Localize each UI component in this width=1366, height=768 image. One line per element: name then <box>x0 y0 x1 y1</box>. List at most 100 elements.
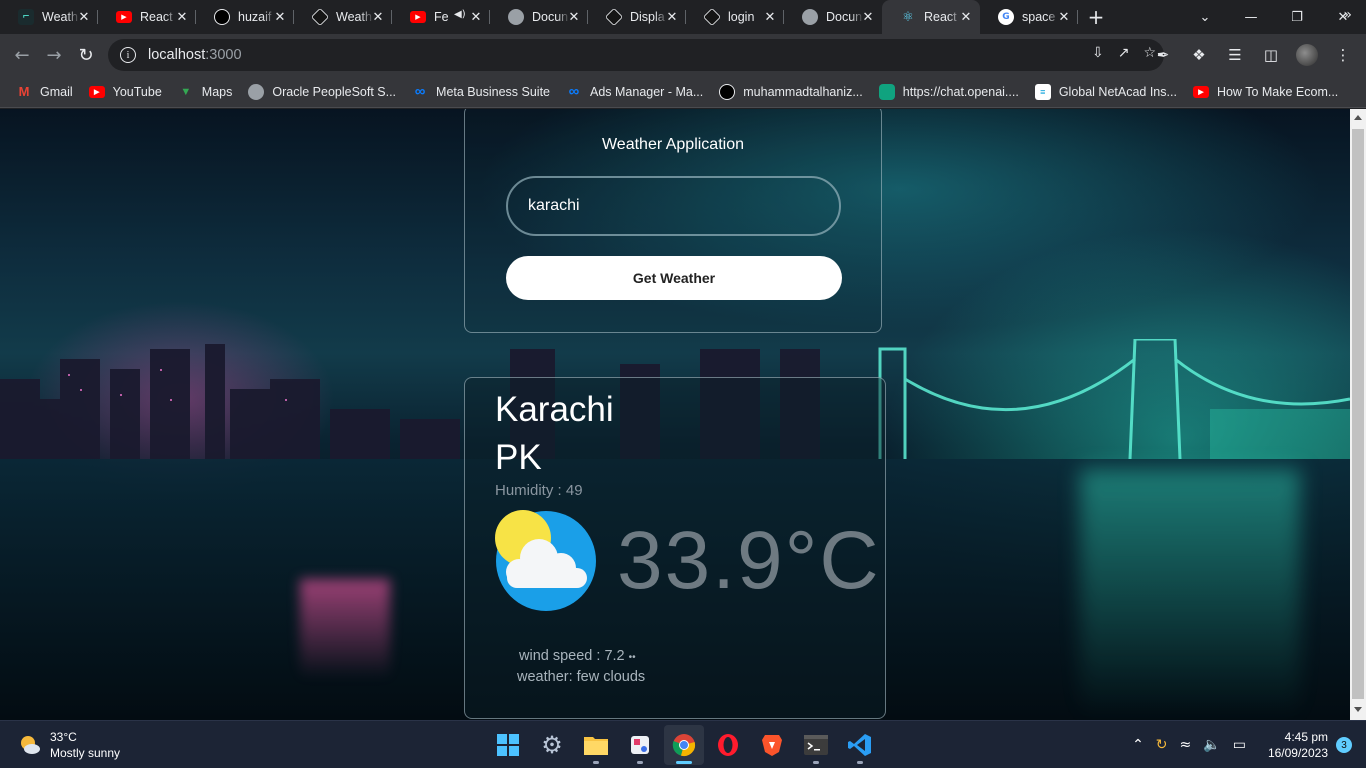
address-url[interactable]: localhost:3000 <box>148 47 242 63</box>
start-button[interactable] <box>488 725 528 765</box>
wifi-icon[interactable]: ≈ <box>1180 737 1192 753</box>
bookmark-item[interactable]: M Gmail <box>10 79 79 105</box>
bookmark-item[interactable]: https://chat.openai.... <box>873 79 1025 105</box>
app-icon: ⌐ <box>18 9 34 25</box>
browser-tab[interactable]: ▶ Fe ◀) ✕ <box>392 0 490 34</box>
system-clock[interactable]: 4:45 pm 16/09/2023 <box>1268 729 1328 761</box>
volume-icon[interactable]: 🔈 <box>1203 737 1220 753</box>
profile-avatar[interactable] <box>1292 39 1322 71</box>
file-explorer-app[interactable] <box>576 725 616 765</box>
close-tab-icon[interactable]: ✕ <box>174 9 190 25</box>
close-tab-icon[interactable]: ✕ <box>76 9 92 25</box>
tab-title: login <box>728 10 755 24</box>
close-tab-icon[interactable]: ✕ <box>1056 9 1072 25</box>
bookmark-item[interactable]: ∞ Meta Business Suite <box>406 79 556 105</box>
windows-logo-icon <box>497 734 519 756</box>
restore-button[interactable]: ❐ <box>1274 0 1320 34</box>
scroll-up-arrow[interactable] <box>1354 115 1362 120</box>
browser-tab[interactable]: Weath ✕ <box>294 0 392 34</box>
browser-tab[interactable]: Displa ✕ <box>588 0 686 34</box>
media-control-icon[interactable]: ☰ <box>1220 39 1250 71</box>
city-search-input[interactable] <box>506 176 841 236</box>
sync-update-icon[interactable]: ↻ <box>1156 737 1168 753</box>
tab-title: Fe <box>434 10 449 24</box>
bookmark-label: YouTube <box>112 84 162 99</box>
browser-tab[interactable]: ▶ React ✕ <box>98 0 196 34</box>
chrome-app[interactable] <box>664 725 704 765</box>
page-scrollbar[interactable] <box>1350 109 1366 720</box>
brave-lion-icon <box>762 735 782 756</box>
tab-title: Docun <box>532 10 569 24</box>
bookmark-label: How To Make Ecom... <box>1216 84 1339 99</box>
bookmarks-overflow-icon[interactable]: » <box>1343 7 1352 23</box>
audio-playing-icon[interactable]: ◀) <box>454 9 466 20</box>
browser-tab[interactable]: ⌐ Weath ✕ <box>0 0 98 34</box>
settings-app[interactable]: ⚙ <box>532 725 572 765</box>
browser-tab[interactable]: ⚛ React ✕ <box>882 0 980 34</box>
globe-icon <box>508 9 524 25</box>
show-hidden-icons-chevron-icon[interactable]: ⌃ <box>1132 737 1144 753</box>
opera-app[interactable] <box>708 725 748 765</box>
close-tab-icon[interactable]: ✕ <box>762 9 778 25</box>
close-tab-icon[interactable]: ✕ <box>664 9 680 25</box>
globe-icon <box>248 83 265 100</box>
meta-icon: ∞ <box>568 83 580 100</box>
side-panel-icon[interactable]: ◫ <box>1256 39 1286 71</box>
taskbar-weather-widget[interactable]: 33°C Mostly sunny <box>18 729 120 761</box>
browser-tab[interactable]: Gspace ✕ <box>980 0 1078 34</box>
snipping-tool-icon <box>631 736 649 754</box>
taskbar-weather-temp: 33°C <box>50 730 77 744</box>
site-info-icon[interactable]: i <box>120 47 136 63</box>
tab-search-icon[interactable]: ⌄ <box>1182 0 1228 34</box>
close-tab-icon[interactable]: ✕ <box>860 9 876 25</box>
close-tab-icon[interactable]: ✕ <box>566 9 582 25</box>
snipping-tool-app[interactable] <box>620 725 660 765</box>
bookmark-label: Meta Business Suite <box>436 84 550 99</box>
scroll-down-arrow[interactable] <box>1354 707 1362 712</box>
browser-tab[interactable]: login ✕ <box>686 0 784 34</box>
meta-icon: ∞ <box>414 83 426 100</box>
close-tab-icon[interactable]: ✕ <box>370 9 386 25</box>
bookmark-item[interactable]: ∞ Ads Manager - Ma... <box>560 79 709 105</box>
new-tab-button[interactable]: + <box>1078 0 1114 34</box>
city-name: Karachi <box>495 390 614 429</box>
youtube-icon: ▶ <box>1192 85 1209 98</box>
get-weather-button[interactable]: Get Weather <box>506 256 842 300</box>
react-icon: ⚛ <box>900 9 916 25</box>
menu-kebab-icon[interactable]: ⋮ <box>1328 39 1358 71</box>
address-bar[interactable]: i localhost:3000 ⇩ ↗ ☆ <box>108 39 1164 71</box>
back-button[interactable]: ← <box>6 39 38 71</box>
notification-badge[interactable]: 3 <box>1336 737 1352 753</box>
codesandbox-icon <box>604 7 624 27</box>
close-tab-icon[interactable]: ✕ <box>958 9 974 25</box>
bookmark-item[interactable]: ▶ How To Make Ecom... <box>1187 79 1344 105</box>
taskbar-weather-desc: Mostly sunny <box>50 746 121 760</box>
install-app-icon[interactable]: ⇩ <box>1092 45 1104 61</box>
forward-button[interactable]: → <box>38 39 70 71</box>
tab-title: Weath <box>336 10 372 24</box>
reload-button[interactable]: ↻ <box>70 39 102 71</box>
scroll-thumb[interactable] <box>1352 129 1364 699</box>
bookmark-item[interactable]: Oracle PeopleSoft S... <box>242 79 402 105</box>
browser-tab[interactable]: huzaif ✕ <box>196 0 294 34</box>
extensions-puzzle-icon[interactable]: ❖ <box>1184 39 1214 71</box>
vscode-icon <box>848 734 871 756</box>
bookmark-item[interactable]: ▼ Maps <box>172 79 239 105</box>
close-tab-icon[interactable]: ✕ <box>468 9 484 25</box>
share-icon[interactable]: ↗ <box>1118 45 1130 61</box>
page-viewport: Weather Application Get Weather Karachi … <box>0 109 1350 720</box>
bookmark-item[interactable]: ▶ YouTube <box>83 79 168 105</box>
bookmark-item[interactable]: muhammadtalhaniz... <box>713 79 869 105</box>
minimize-button[interactable]: — <box>1228 0 1274 34</box>
bookmark-item[interactable]: ≡ Global NetAcad Ins... <box>1029 79 1183 105</box>
browser-tab[interactable]: Docun ✕ <box>490 0 588 34</box>
bookmark-label: muhammadtalhaniz... <box>743 84 863 99</box>
eyedropper-extension-icon[interactable]: ✒ <box>1148 39 1178 71</box>
terminal-app[interactable] <box>796 725 836 765</box>
close-tab-icon[interactable]: ✕ <box>272 9 288 25</box>
vscode-app[interactable] <box>840 725 880 765</box>
windows-taskbar: 33°C Mostly sunny ⚙ ⌃ ↻ ≈ 🔈 ▭ 4:45 pm 16… <box>0 720 1366 768</box>
battery-icon[interactable]: ▭ <box>1233 737 1246 753</box>
browser-tab[interactable]: Docun ✕ <box>784 0 882 34</box>
brave-app[interactable] <box>752 725 792 765</box>
